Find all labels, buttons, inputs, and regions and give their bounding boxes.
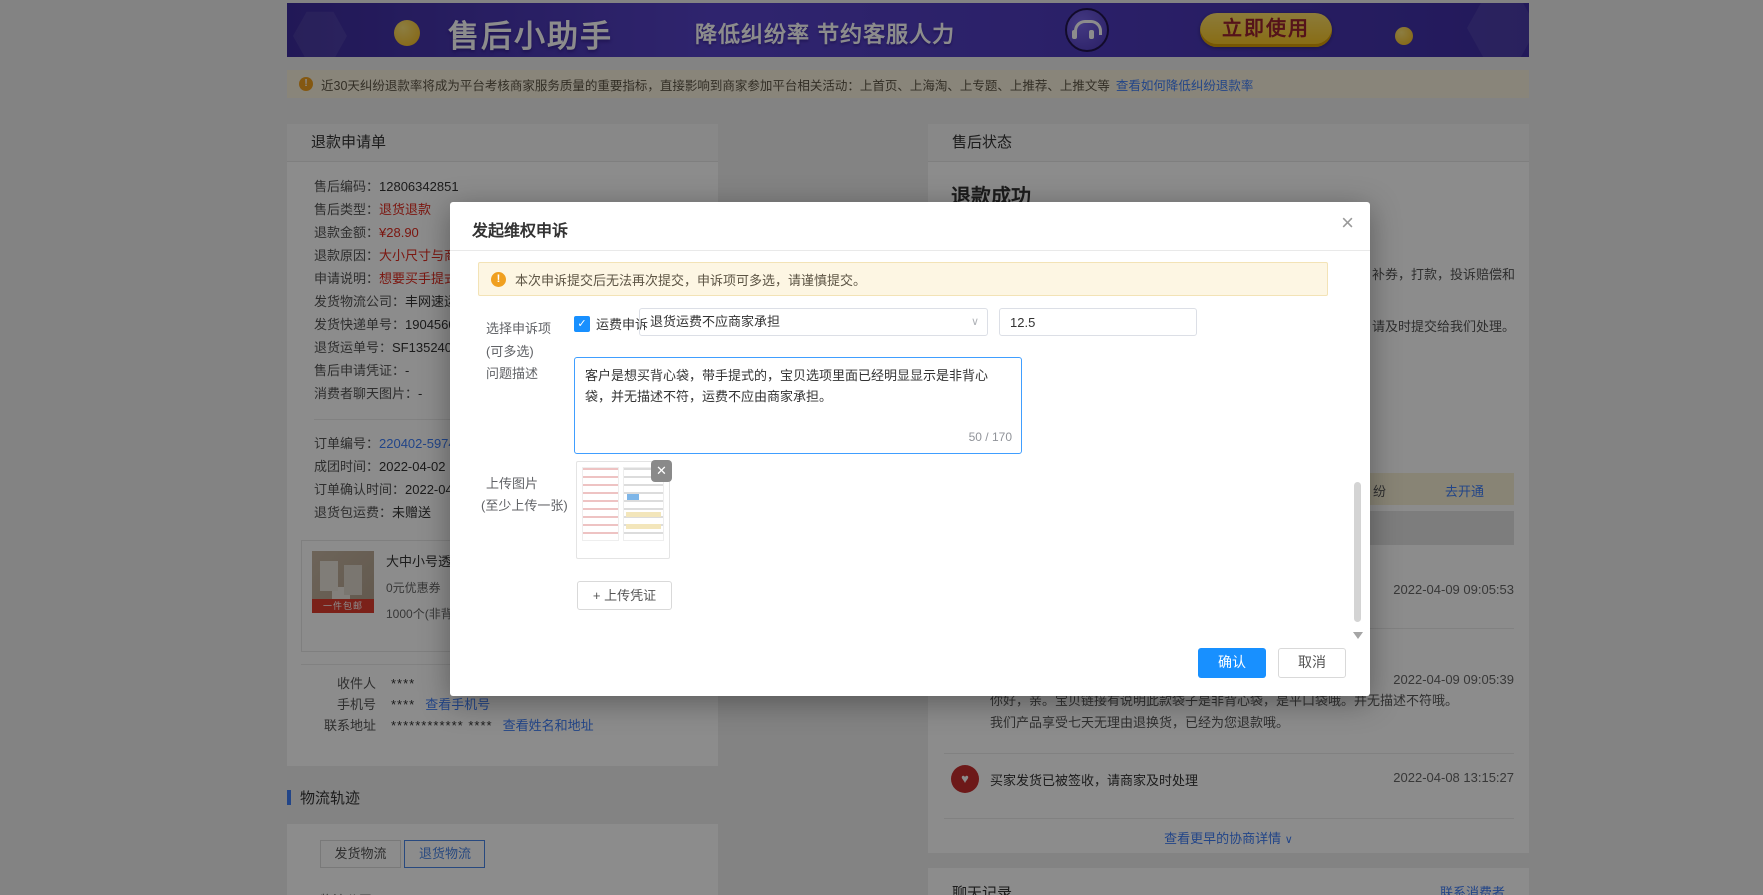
problem-description-textarea[interactable]: 客户是想买背心袋，带手提式的，宝贝选项里面已经明显显示是非背心袋，并无描述不符，… — [574, 357, 1022, 454]
amount-input[interactable] — [999, 308, 1197, 336]
plus-icon: + — [592, 588, 605, 603]
page: 售后小助手 降低纠纷率 节约客服人力 立即使用 ! 近30天纠纷退款率将成为平台… — [0, 0, 1763, 895]
checkbox-checked-icon: ✓ — [574, 315, 590, 332]
modal-scrollbar-thumb[interactable] — [1354, 482, 1361, 622]
modal-warning-banner: ! 本次申诉提交后无法再次提交，申诉项可多选，请谨慎提交。 — [478, 262, 1328, 296]
scrollbar-down-arrow[interactable] — [1353, 632, 1363, 639]
problem-desc-label: 问题描述 — [486, 366, 539, 381]
appeal-reason-select[interactable]: 退货运费不应商家承担 ∨ — [639, 308, 988, 336]
modal-title: 发起维权申诉 — [472, 223, 569, 240]
uploaded-image-thumbnail[interactable]: ✕ — [576, 460, 672, 559]
upload-image-sublabel: (至少上传一张) — [481, 498, 568, 513]
close-icon[interactable]: × — [1341, 212, 1354, 234]
divider — [450, 250, 1370, 251]
remove-image-icon[interactable]: ✕ — [651, 460, 672, 482]
freight-appeal-checkbox[interactable]: ✓ 运费申诉 — [574, 314, 648, 333]
chevron-down-icon: ∨ — [970, 316, 979, 328]
char-counter: 50 / 170 — [968, 430, 1012, 444]
cancel-button[interactable]: 取消 — [1278, 648, 1346, 678]
thumbnail-page-1 — [582, 467, 620, 541]
upload-evidence-button[interactable]: + 上传凭证 — [577, 581, 672, 610]
appeal-modal: 发起维权申诉 × ! 本次申诉提交后无法再次提交，申诉项可多选，请谨慎提交。 选… — [450, 202, 1370, 696]
appeal-item-label: 选择申诉项 — [486, 321, 552, 336]
confirm-button[interactable]: 确认 — [1198, 648, 1266, 678]
appeal-item-sublabel: (可多选) — [486, 344, 534, 359]
warning-icon: ! — [491, 271, 506, 287]
upload-image-label: 上传图片 — [486, 476, 539, 491]
